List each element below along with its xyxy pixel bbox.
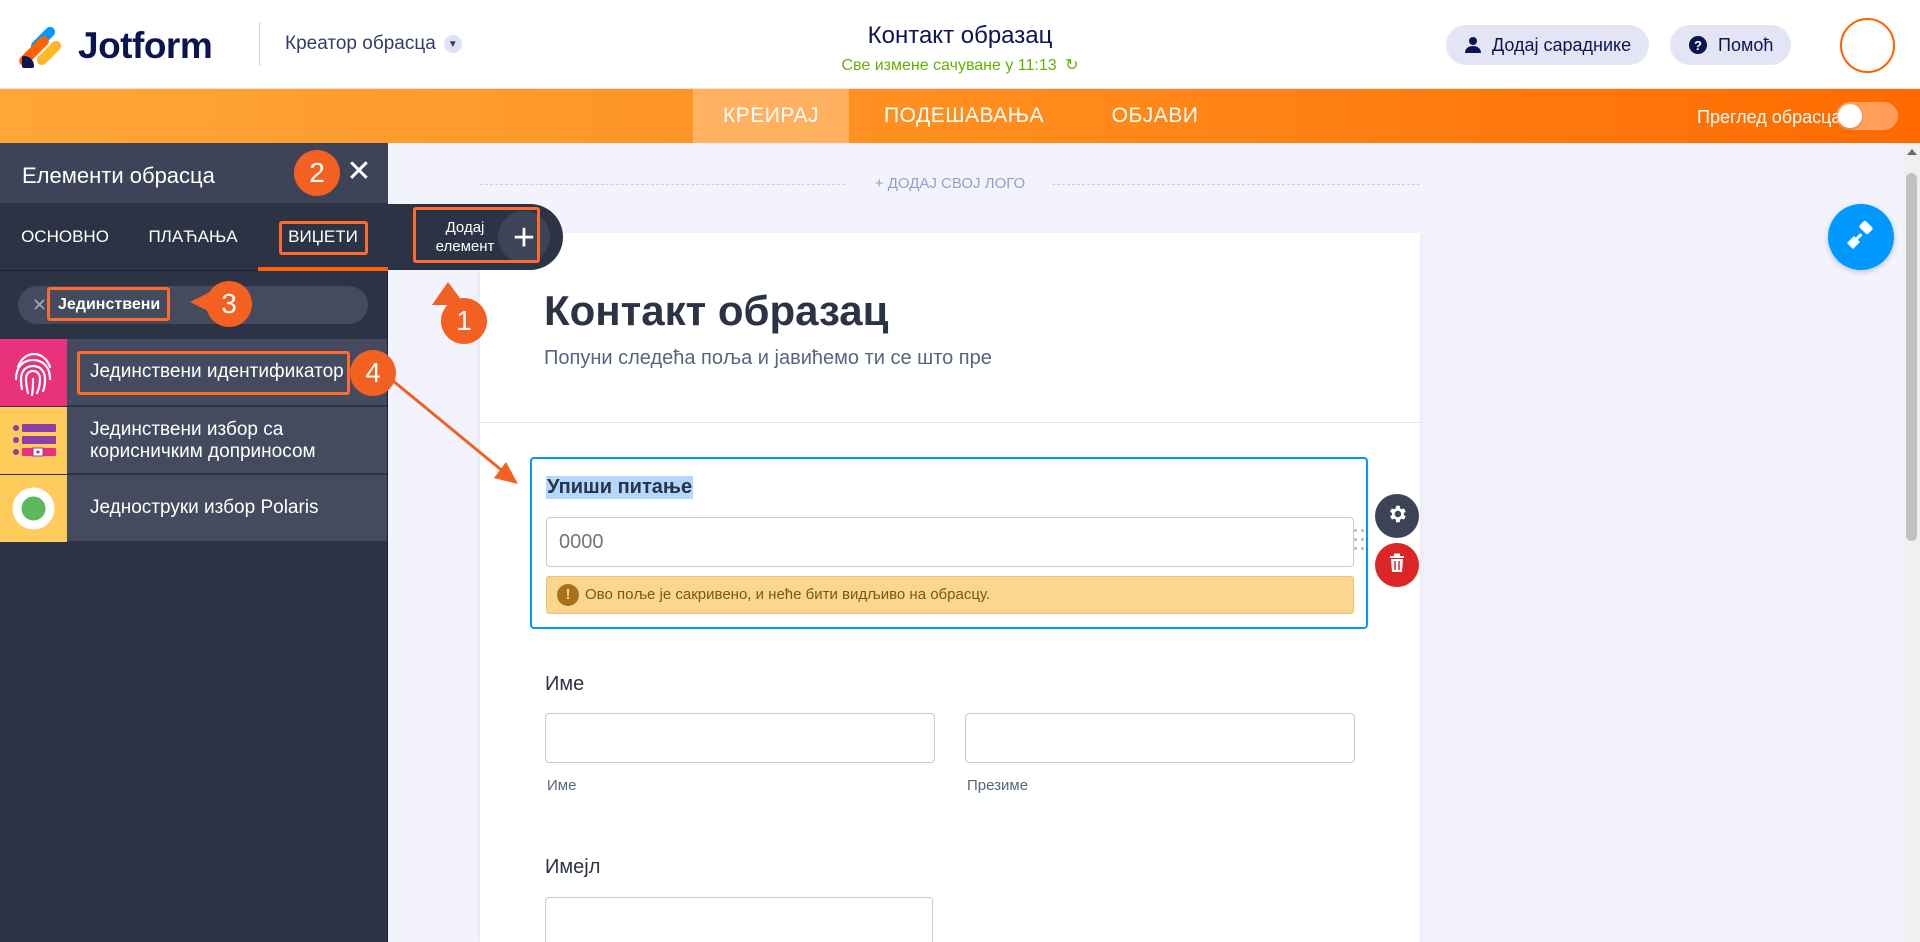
add-collaborators-button[interactable]: Додај сараднике <box>1446 25 1650 65</box>
name-field-label[interactable]: Име <box>545 673 584 696</box>
list-item-single-choice-polaris[interactable]: Једноструки избор Polaris <box>0 475 387 542</box>
close-icon[interactable]: ✕ <box>344 157 374 187</box>
trash-icon <box>1388 553 1406 578</box>
warning-text: Ово поље је сакривено, и неће бити видљи… <box>585 586 991 603</box>
annotation-badge-2: 2 <box>294 150 340 196</box>
divider <box>480 422 1420 423</box>
user-icon <box>1464 36 1482 54</box>
clear-search-icon[interactable]: ✕ <box>32 295 47 315</box>
annotation-badge-1: 1 <box>441 298 487 344</box>
list-choice-icon <box>0 407 67 474</box>
tab-basic[interactable]: ОСНОВНО <box>8 203 122 271</box>
svg-text:?: ? <box>1694 38 1702 53</box>
field-settings-button[interactable] <box>1375 494 1419 538</box>
tab-build[interactable]: КРЕИРАЈ <box>693 89 849 143</box>
list-item-unique-choice[interactable]: Јединствени избор са корисничким доприно… <box>0 407 387 474</box>
add-logo-label: + ДОДАЈ СВОЈ ЛОГО <box>874 175 1026 192</box>
toggle-knob <box>1838 104 1862 128</box>
top-header: Jotform Креатор обрасца ▼ Контакт образа… <box>0 0 1920 89</box>
form-preview-toggle[interactable] <box>1836 102 1898 130</box>
first-name-input[interactable] <box>545 713 935 763</box>
email-input[interactable] <box>545 897 933 942</box>
first-name-sublabel: Име <box>547 777 577 794</box>
email-field-label[interactable]: Имејл <box>545 856 600 879</box>
radio-green-icon <box>0 475 67 542</box>
fingerprint-icon <box>0 339 67 406</box>
page-scrollbar[interactable] <box>1903 143 1920 942</box>
tab-publish[interactable]: ОБЈАВИ <box>1090 89 1220 143</box>
annotation-highlight-add-element <box>413 207 540 263</box>
annotation-highlight-widgets-tab <box>279 221 368 255</box>
scrollbar-thumb[interactable] <box>1906 173 1917 541</box>
drag-handle-icon[interactable] <box>1354 529 1368 559</box>
help-label: Помоћ <box>1718 34 1774 55</box>
warning-icon: ! <box>557 584 579 606</box>
result-label: Јединствени избор са корисничким доприно… <box>90 419 316 462</box>
last-name-input[interactable] <box>965 713 1355 763</box>
form-heading[interactable]: Контакт образац <box>544 287 888 335</box>
delete-field-button[interactable] <box>1375 543 1419 587</box>
paint-roller-icon <box>1845 219 1877 256</box>
annotation-highlight-search <box>47 287 170 321</box>
annotation-badge-4: 4 <box>350 350 396 396</box>
form-designer-button[interactable] <box>1828 204 1894 270</box>
unique-id-input[interactable] <box>546 517 1354 567</box>
form-preview-label: Преглед обрасца <box>1697 107 1842 127</box>
help-icon: ? <box>1688 35 1708 55</box>
result-label: Једноструки избор Polaris <box>90 497 319 518</box>
question-label[interactable]: Упиши питање <box>546 476 694 499</box>
selected-unique-id-field[interactable]: Упиши питање ! Ово поље је сакривено, и … <box>530 457 1368 629</box>
annotation-badge-3: 3 <box>206 281 252 327</box>
form-card: Контакт образац Попуни следећа поља и ја… <box>480 233 1420 942</box>
avatar[interactable] <box>1840 18 1895 73</box>
tab-settings[interactable]: ПОДЕШАВАЊА <box>864 89 1064 143</box>
last-name-sublabel: Презиме <box>967 777 1029 794</box>
scroll-up-icon[interactable] <box>1907 149 1917 155</box>
save-status-text: Све измене сачуване у 11:13 <box>841 57 1057 74</box>
gear-icon <box>1386 503 1408 530</box>
panel-title: Елементи обрасца <box>22 163 215 188</box>
form-subheading[interactable]: Попуни следећа поља и јавићемо ти се што… <box>544 347 992 370</box>
add-collaborators-label: Додај сараднике <box>1492 34 1632 55</box>
form-elements-panel: Елементи обрасца ✕ ОСНОВНО ПЛАЋАЊА ВИЏЕТ… <box>0 143 388 942</box>
refresh-icon: ↻ <box>1065 57 1079 74</box>
add-logo-area[interactable]: + ДОДАЈ СВОЈ ЛОГО <box>480 172 1420 196</box>
builder-navbar: КРЕИРАЈ ПОДЕШАВАЊА ОБЈАВИ Преглед обрасц… <box>0 89 1920 143</box>
hidden-field-warning: ! Ово поље је сакривено, и неће бити вид… <box>546 576 1354 614</box>
annotation-highlight-unique-id <box>77 351 350 395</box>
tab-payments[interactable]: ПЛАЋАЊА <box>136 203 250 271</box>
help-button[interactable]: ? Помоћ <box>1670 25 1792 65</box>
